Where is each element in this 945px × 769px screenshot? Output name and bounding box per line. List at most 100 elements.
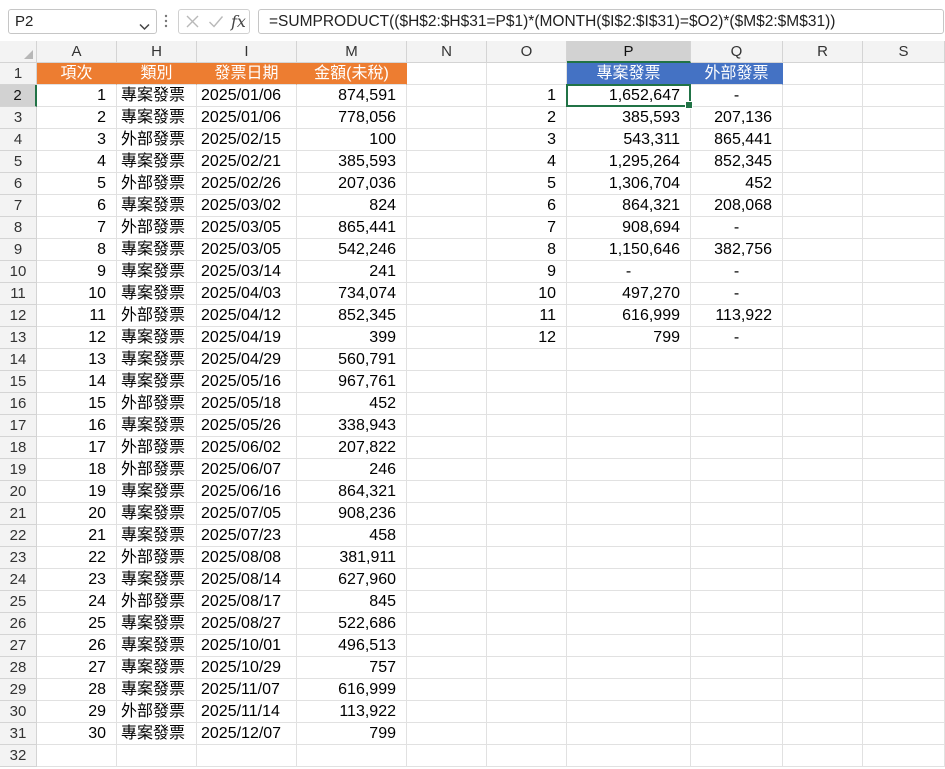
table-cell[interactable]: 241 (297, 261, 407, 283)
cell[interactable] (407, 437, 487, 459)
row-header-12[interactable]: 12 (0, 305, 37, 327)
table-cell[interactable]: 專案發票 (117, 85, 197, 107)
cell[interactable] (691, 393, 783, 415)
table-cell[interactable]: 外部發票 (117, 129, 197, 151)
table-cell[interactable]: 外部發票 (117, 217, 197, 239)
summary-cell[interactable]: 12 (487, 327, 567, 349)
table-cell[interactable]: 3 (37, 129, 117, 151)
table-cell[interactable]: 452 (297, 393, 407, 415)
cell[interactable] (863, 745, 945, 767)
cell[interactable] (691, 459, 783, 481)
summary-cell[interactable]: 113,922 (691, 305, 783, 327)
table-cell[interactable]: 799 (297, 723, 407, 745)
table-cell[interactable]: 560,791 (297, 349, 407, 371)
cell[interactable] (407, 635, 487, 657)
table-cell[interactable]: 2025/07/05 (197, 503, 297, 525)
summary-cell[interactable]: 1,306,704 (567, 173, 691, 195)
close-icon[interactable] (185, 14, 200, 34)
cell[interactable] (863, 503, 945, 525)
cell[interactable] (863, 679, 945, 701)
cell[interactable] (567, 723, 691, 745)
row-header-22[interactable]: 22 (0, 525, 37, 547)
cell[interactable] (407, 459, 487, 481)
cell[interactable] (407, 613, 487, 635)
table-cell[interactable]: 399 (297, 327, 407, 349)
table-cell[interactable]: 28 (37, 679, 117, 701)
cell[interactable] (487, 591, 567, 613)
cell[interactable] (691, 569, 783, 591)
cell[interactable] (407, 283, 487, 305)
table-cell[interactable]: 專案發票 (117, 371, 197, 393)
cell[interactable] (407, 701, 487, 723)
summary-cell[interactable]: 865,441 (691, 129, 783, 151)
cell[interactable] (407, 657, 487, 679)
cell[interactable] (863, 349, 945, 371)
table-cell[interactable]: 2025/06/16 (197, 481, 297, 503)
table-cell[interactable]: 845 (297, 591, 407, 613)
table-cell[interactable]: 11 (37, 305, 117, 327)
cell[interactable] (567, 635, 691, 657)
cell[interactable] (567, 547, 691, 569)
cell[interactable] (691, 503, 783, 525)
summary-cell[interactable]: 543,311 (567, 129, 691, 151)
table-cell[interactable]: 967,761 (297, 371, 407, 393)
summary-cell[interactable]: 908,694 (567, 217, 691, 239)
cell[interactable] (783, 635, 863, 657)
table-cell[interactable]: 2025/11/07 (197, 679, 297, 701)
cell[interactable] (487, 481, 567, 503)
summary-cell[interactable]: 1 (487, 85, 567, 107)
row-header-17[interactable]: 17 (0, 415, 37, 437)
table-cell[interactable]: 專案發票 (117, 503, 197, 525)
cell[interactable] (863, 393, 945, 415)
table-cell[interactable]: 2025/06/07 (197, 459, 297, 481)
table-cell[interactable]: 專案發票 (117, 415, 197, 437)
cell[interactable] (863, 481, 945, 503)
cell[interactable] (487, 503, 567, 525)
cell[interactable] (691, 591, 783, 613)
table-cell[interactable]: 2025/10/01 (197, 635, 297, 657)
column-header-r[interactable]: R (783, 41, 863, 63)
cell[interactable] (783, 503, 863, 525)
table-cell[interactable]: 專案發票 (117, 107, 197, 129)
column-header-a[interactable]: A (37, 41, 117, 63)
table-cell[interactable]: 19 (37, 481, 117, 503)
table-cell[interactable]: 2025/03/05 (197, 217, 297, 239)
summary-cell[interactable]: - (567, 261, 691, 283)
table-cell[interactable]: 778,056 (297, 107, 407, 129)
summary-cell[interactable]: 3 (487, 129, 567, 151)
table-cell[interactable]: 18 (37, 459, 117, 481)
cell[interactable] (783, 63, 863, 85)
table-cell[interactable]: 458 (297, 525, 407, 547)
summary-cell[interactable]: 5 (487, 173, 567, 195)
cell[interactable] (407, 107, 487, 129)
cell[interactable] (863, 129, 945, 151)
cell[interactable] (783, 195, 863, 217)
cell[interactable] (783, 371, 863, 393)
row-header-6[interactable]: 6 (0, 173, 37, 195)
cell[interactable] (783, 437, 863, 459)
cell[interactable] (691, 525, 783, 547)
row-header-7[interactable]: 7 (0, 195, 37, 217)
cell[interactable] (407, 349, 487, 371)
cell[interactable] (783, 327, 863, 349)
table-cell[interactable]: 2025/04/19 (197, 327, 297, 349)
table-cell[interactable]: 30 (37, 723, 117, 745)
table-cell[interactable]: 專案發票 (117, 195, 197, 217)
row-header-15[interactable]: 15 (0, 371, 37, 393)
table-cell[interactable]: 2 (37, 107, 117, 129)
cell[interactable] (863, 63, 945, 85)
summary-cell[interactable]: 1,150,646 (567, 239, 691, 261)
column-header-p[interactable]: P (567, 41, 691, 63)
table-cell[interactable]: 2025/07/23 (197, 525, 297, 547)
cell[interactable] (691, 745, 783, 767)
cell[interactable] (863, 107, 945, 129)
cell[interactable] (863, 305, 945, 327)
table-cell[interactable]: 616,999 (297, 679, 407, 701)
table-cell[interactable]: 2025/12/07 (197, 723, 297, 745)
cell[interactable] (783, 657, 863, 679)
cell[interactable] (863, 569, 945, 591)
row-header-1[interactable]: 1 (0, 63, 37, 85)
cell[interactable] (783, 613, 863, 635)
summary-cell[interactable]: 6 (487, 195, 567, 217)
table-cell[interactable]: 專案發票 (117, 261, 197, 283)
